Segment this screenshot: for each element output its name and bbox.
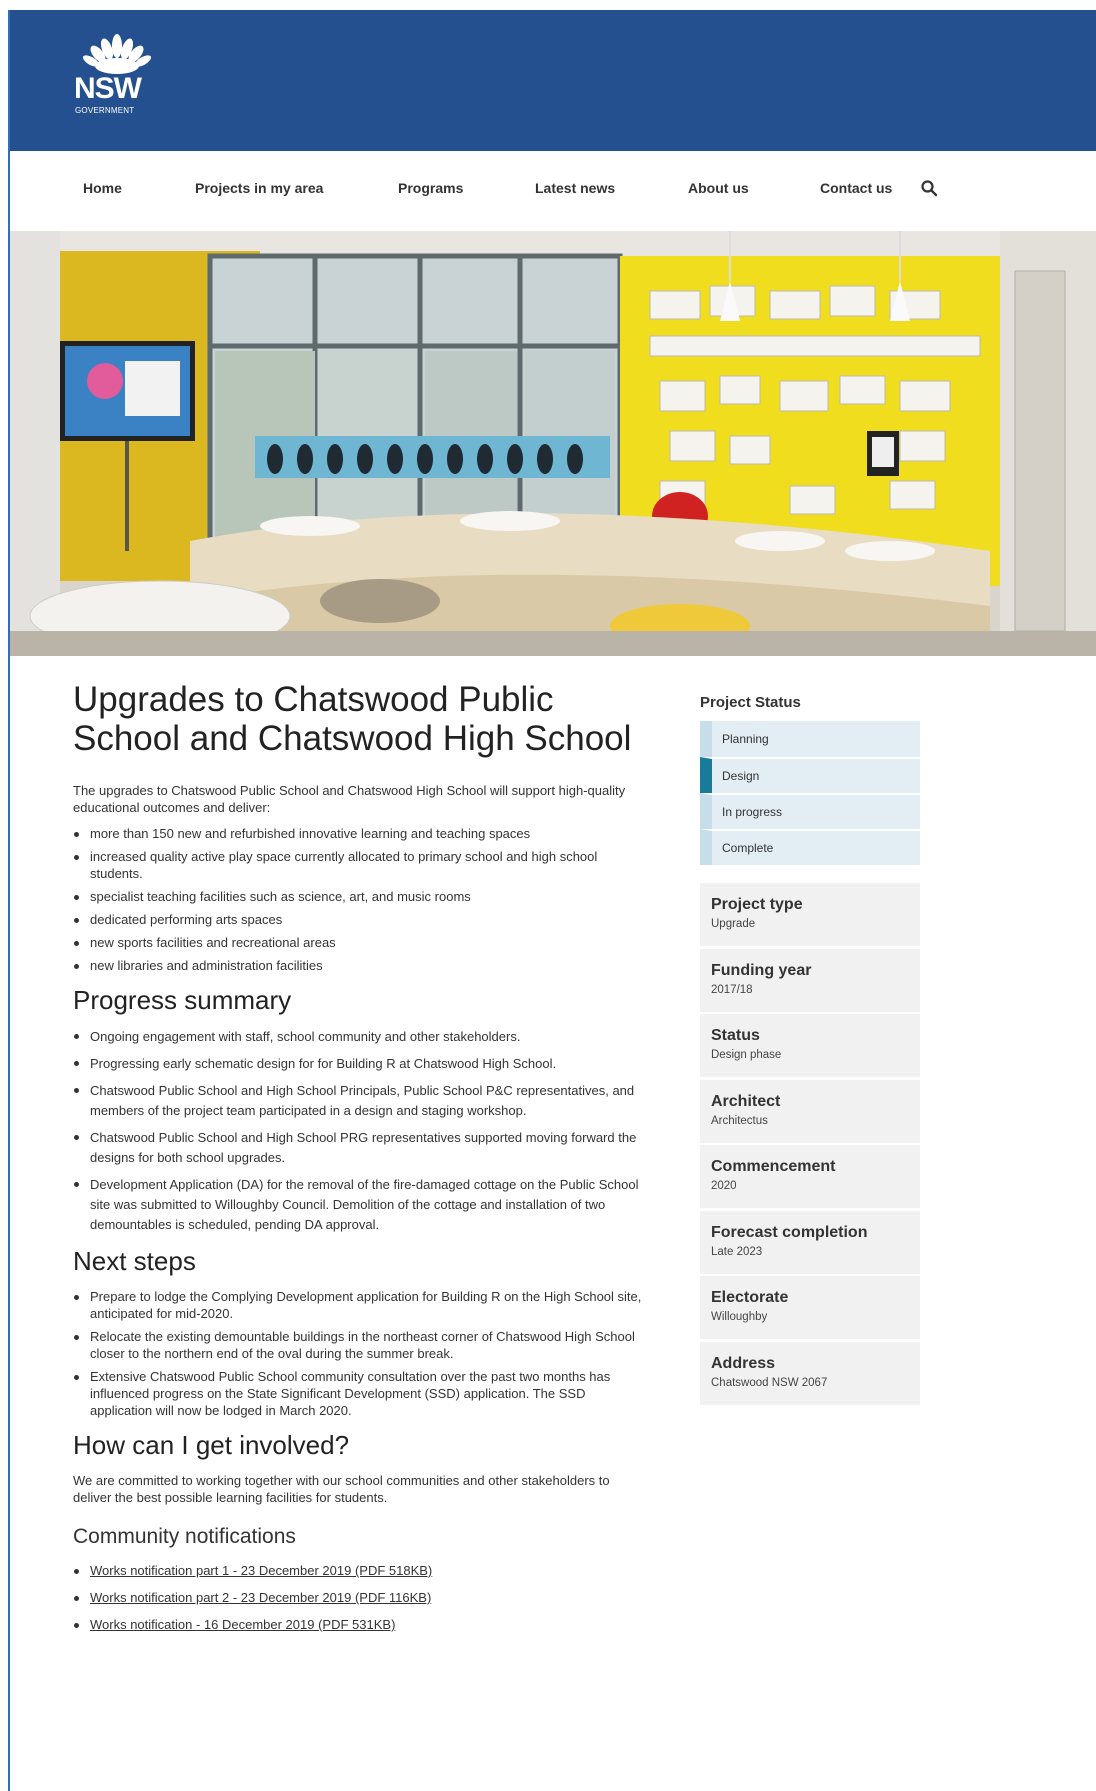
list-item: Progressing early schematic design for f… (73, 1054, 643, 1074)
next-steps-list: Prepare to lodge the Complying Developme… (73, 1288, 643, 1419)
list-item: specialist teaching facilities such as s… (73, 888, 643, 905)
info-value: Late 2023 (711, 1245, 763, 1258)
info-value: Upgrade (711, 918, 756, 930)
list-item: Relocate the existing demountable buildi… (73, 1328, 643, 1362)
project-status-heading: Project Status (700, 694, 801, 711)
logo-wordmark: NSW (74, 72, 142, 105)
nav-latest-news[interactable]: Latest news (535, 180, 615, 196)
status-step-complete: Complete (700, 829, 920, 865)
list-item: Development Application (DA) for the rem… (73, 1175, 643, 1235)
waratah-icon (82, 34, 152, 74)
nav-home[interactable]: Home (83, 180, 122, 196)
info-commencement: Commencement 2020 (700, 1145, 920, 1208)
list-item: Extensive Chatswood Public School commun… (73, 1368, 643, 1419)
info-label: Funding year (711, 961, 812, 979)
info-project-type: Project type Upgrade (700, 883, 920, 946)
info-architect: Architect Architectus (700, 1079, 920, 1143)
nav-projects-in-my-area[interactable]: Projects in my area (195, 180, 323, 196)
project-sidebar: Project Status Planning Design In progre… (700, 694, 920, 1407)
info-forecast-completion: Forecast completion Late 2023 (700, 1210, 920, 1274)
info-value: Willoughby (711, 1311, 768, 1323)
info-status: Status Design phase (700, 1014, 920, 1077)
list-item: Chatswood Public School and High School … (73, 1128, 643, 1168)
page-title: Upgrades to Chatswood Public School and … (73, 680, 632, 758)
info-value: Design phase (711, 1049, 782, 1061)
info-address: Address Chatswood NSW 2067 (700, 1341, 920, 1405)
notification-link[interactable]: Works notification part 2 - 23 December … (90, 1590, 431, 1605)
get-involved-paragraph: We are committed to working together wit… (73, 1473, 610, 1505)
list-item: Works notification part 2 - 23 December … (73, 1589, 643, 1606)
notifications-list: Works notification part 1 - 23 December … (73, 1562, 643, 1633)
list-item: new libraries and administration facilit… (73, 957, 643, 974)
list-item: new sports facilities and recreational a… (73, 934, 643, 951)
list-item: Chatswood Public School and High School … (73, 1081, 643, 1121)
community-notifications-heading: Community notifications (73, 1525, 296, 1548)
hero-image (10, 231, 1096, 656)
progress-summary-heading: Progress summary (73, 985, 292, 1015)
info-label: Status (711, 1027, 760, 1044)
list-item: increased quality active play space curr… (73, 848, 643, 882)
notification-link[interactable]: Works notification - 16 December 2019 (P… (90, 1617, 395, 1632)
list-item: Works notification part 1 - 23 December … (73, 1562, 643, 1579)
info-label: Architect (711, 1092, 781, 1110)
list-item: more than 150 new and refurbished innova… (73, 825, 643, 842)
info-electorate: Electorate Willoughby (700, 1276, 920, 1339)
get-involved-heading: How can I get involved? (73, 1430, 350, 1460)
info-label: Electorate (711, 1289, 789, 1306)
status-step-design: Design (700, 757, 920, 793)
intro-list: more than 150 new and refurbished innova… (73, 825, 643, 974)
nav-programs[interactable]: Programs (398, 180, 463, 196)
intro-paragraph: The upgrades to Chatswood Public School … (73, 783, 626, 815)
nsw-government-logo[interactable]: NSW GOVERNMENT (72, 32, 162, 128)
status-step-planning: Planning (700, 721, 920, 757)
info-label: Address (711, 1354, 776, 1372)
list-item: Prepare to lodge the Complying Developme… (73, 1288, 643, 1322)
main-content: Upgrades to Chatswood Public School and … (73, 680, 643, 1644)
status-step-in-progress: In progress (700, 793, 920, 829)
info-label: Project type (711, 896, 803, 913)
site-header: NSW GOVERNMENT (10, 10, 1096, 151)
info-value: Chatswood NSW 2067 (711, 1376, 828, 1389)
progress-list: Ongoing engagement with staff, school co… (73, 1027, 643, 1235)
list-item: Ongoing engagement with staff, school co… (73, 1027, 643, 1047)
nav-contact-us[interactable]: Contact us (820, 180, 892, 196)
info-value: 2020 (711, 1180, 737, 1192)
classroom-photo (10, 231, 1096, 656)
info-label: Commencement (711, 1158, 836, 1175)
main-nav: Home Projects in my area Programs Latest… (10, 151, 1096, 231)
info-value: 2017/18 (711, 983, 753, 996)
info-funding-year: Funding year 2017/18 (700, 948, 920, 1012)
project-info: Project type Upgrade Funding year 2017/1… (700, 883, 920, 1405)
notification-link[interactable]: Works notification part 1 - 23 December … (90, 1563, 432, 1578)
next-steps-heading: Next steps (73, 1246, 196, 1276)
logo-subtext: GOVERNMENT (75, 106, 135, 115)
search-icon[interactable] (920, 179, 938, 197)
list-item: dedicated performing arts spaces (73, 911, 643, 928)
nav-about-us[interactable]: About us (688, 180, 749, 196)
info-label: Forecast completion (711, 1223, 868, 1241)
info-value: Architectus (711, 1114, 768, 1127)
list-item: Works notification - 16 December 2019 (P… (73, 1616, 643, 1633)
